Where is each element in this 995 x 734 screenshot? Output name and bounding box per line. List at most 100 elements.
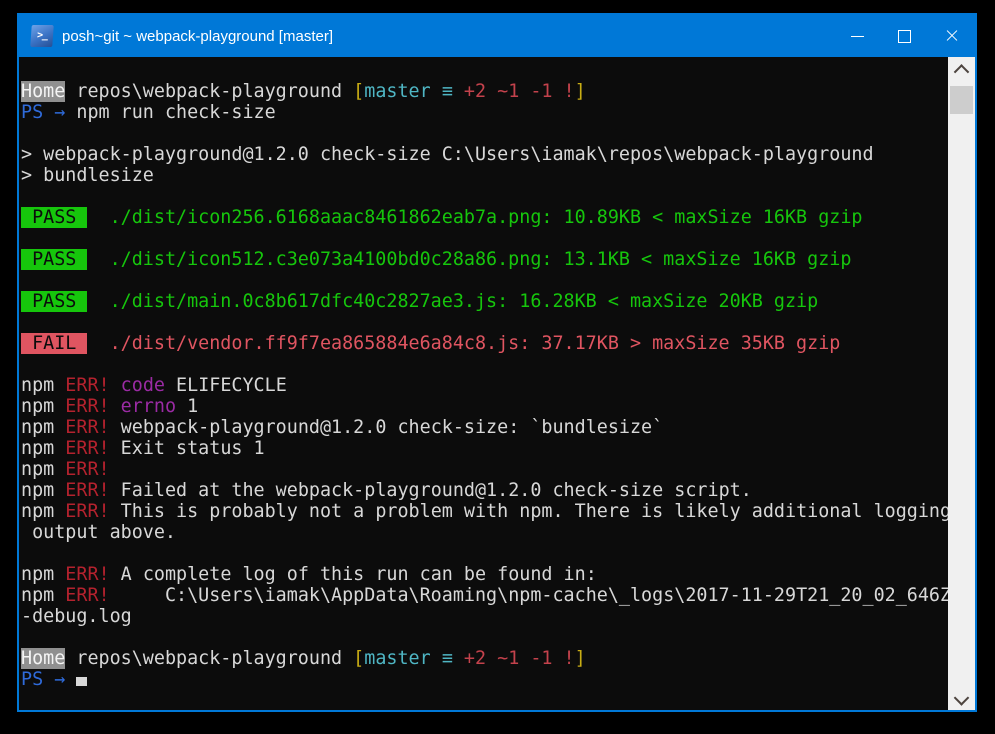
terminal-cursor [76, 677, 88, 686]
pass-badge: PASS [21, 249, 88, 270]
pass-text: ./dist/icon512.c3e073a4100bd0c28a86.png:… [87, 249, 852, 270]
terminal-text: npm [21, 459, 66, 480]
terminal-text: Failed at the webpack-playground@1.2.0 c… [120, 480, 752, 501]
terminal-line: FAIL ./dist/vendor.ff9f7ea865884e6a84c8.… [21, 333, 948, 354]
terminal-line: npm ERR! This is probably not a problem … [21, 501, 948, 522]
ps-prompt: PS → [21, 102, 77, 123]
close-button[interactable] [928, 15, 975, 57]
terminal-text: > bundlesize [21, 165, 154, 186]
window-controls [834, 15, 975, 57]
scroll-down-button[interactable] [948, 683, 975, 710]
git-status-counts: +2 ~1 -1 ! [463, 648, 575, 669]
terminal-line: > bundlesize [21, 165, 948, 186]
terminal-line: npm ERR! code ELIFECYCLE [21, 375, 948, 396]
terminal-text: > webpack-playground@1.2.0 check-size C:… [21, 144, 874, 165]
err-code-text: errno [120, 396, 188, 417]
npm-err-label: ERR! [65, 501, 121, 522]
terminal-text: -debug.log [21, 606, 132, 627]
terminal-line: Home repos\webpack-playground [master ≡ … [21, 81, 948, 102]
terminal-text: npm [21, 375, 66, 396]
home-badge: Home [21, 81, 66, 102]
terminal-line: PASS ./dist/icon256.6168aaac8461862eab7a… [21, 207, 948, 228]
maximize-button[interactable] [881, 15, 928, 57]
terminal-text: Exit status 1 [120, 438, 265, 459]
chevron-down-icon [953, 690, 970, 706]
terminal-line: npm ERR! C:\Users\iamak\AppData\Roaming\… [21, 585, 948, 606]
terminal-output[interactable]: Home repos\webpack-playground [master ≡ … [19, 57, 948, 710]
terminal-line: npm ERR! Failed at the webpack-playgroun… [21, 480, 948, 501]
git-bracket: ] [574, 648, 586, 669]
terminal-line: npm ERR! [21, 459, 948, 480]
terminal-line: npm ERR! webpack-playground@1.2.0 check-… [21, 417, 948, 438]
git-branch-name: master ≡ [364, 81, 464, 102]
npm-err-label: ERR! [65, 438, 121, 459]
terminal-text: npm [21, 396, 66, 417]
terminal-text: npm [21, 501, 66, 522]
git-bracket: ] [574, 81, 586, 102]
pass-text: ./dist/icon256.6168aaac8461862eab7a.png:… [87, 207, 863, 228]
maximize-icon [898, 29, 911, 43]
fail-text: ./dist/vendor.ff9f7ea865884e6a84c8.js: 3… [87, 333, 841, 354]
scrollbar-thumb[interactable] [950, 86, 973, 114]
git-branch-name: master ≡ [364, 648, 464, 669]
title-bar: >_ posh~git ~ webpack-playground [master… [19, 15, 975, 57]
git-bracket: [ [353, 648, 365, 669]
terminal-text: This is probably not a problem with npm.… [120, 501, 948, 522]
git-bracket: [ [353, 81, 365, 102]
git-status-counts: +2 ~1 -1 ! [463, 81, 575, 102]
powershell-icon[interactable]: >_ [30, 25, 54, 47]
terminal-line: npm ERR! Exit status 1 [21, 438, 948, 459]
npm-err-label: ERR! [65, 417, 121, 438]
minimize-button[interactable] [834, 15, 881, 57]
terminal-text: A complete log of this run can be found … [120, 564, 597, 585]
npm-err-label: ERR! [65, 459, 110, 480]
terminal-line: > webpack-playground@1.2.0 check-size C:… [21, 144, 948, 165]
pass-badge: PASS [21, 291, 88, 312]
pass-text: ./dist/main.0c8b617dfc40c2827ae3.js: 16.… [87, 291, 819, 312]
window-body: Home repos\webpack-playground [master ≡ … [19, 57, 975, 710]
terminal-text: repos\webpack-playground [65, 648, 354, 669]
terminal-text: 1 [187, 396, 199, 417]
chevron-up-icon [953, 64, 970, 80]
terminal-text: npm [21, 564, 66, 585]
ps-prompt: PS → [21, 669, 77, 690]
terminal-text: npm [21, 480, 66, 501]
terminal-text: webpack-playground@1.2.0 check-size: `bu… [120, 417, 664, 438]
terminal-text: npm [21, 417, 66, 438]
terminal-line: Home repos\webpack-playground [master ≡ … [21, 648, 948, 669]
home-badge: Home [21, 648, 66, 669]
terminal-text: npm run check-size [76, 102, 276, 123]
scrollbar[interactable] [948, 57, 975, 710]
npm-err-label: ERR! [65, 564, 121, 585]
terminal-text: repos\webpack-playground [65, 81, 354, 102]
scroll-up-button[interactable] [948, 57, 975, 84]
npm-err-label: ERR! [65, 396, 121, 417]
npm-err-label: ERR! [65, 480, 121, 501]
minimize-icon [851, 35, 864, 37]
terminal-line: PASS ./dist/icon512.c3e073a4100bd0c28a86… [21, 249, 948, 270]
terminal-line: PS → npm run check-size [21, 102, 948, 123]
npm-err-label: ERR! [65, 375, 121, 396]
err-code-text: code [120, 375, 177, 396]
fail-badge: FAIL [21, 333, 88, 354]
terminal-window: >_ posh~git ~ webpack-playground [master… [17, 13, 977, 712]
close-icon [945, 29, 959, 43]
terminal-text: output above. [21, 522, 177, 543]
terminal-line: -debug.log [21, 606, 948, 627]
terminal-text: npm [21, 438, 66, 459]
terminal-text: ELIFECYCLE [176, 375, 287, 396]
terminal-text: npm [21, 585, 66, 606]
terminal-line: npm ERR! A complete log of this run can … [21, 564, 948, 585]
terminal-line: PS → [21, 669, 948, 690]
pass-badge: PASS [21, 207, 88, 228]
window-title: posh~git ~ webpack-playground [master] [62, 27, 333, 45]
terminal-line: npm ERR! errno 1 [21, 396, 948, 417]
